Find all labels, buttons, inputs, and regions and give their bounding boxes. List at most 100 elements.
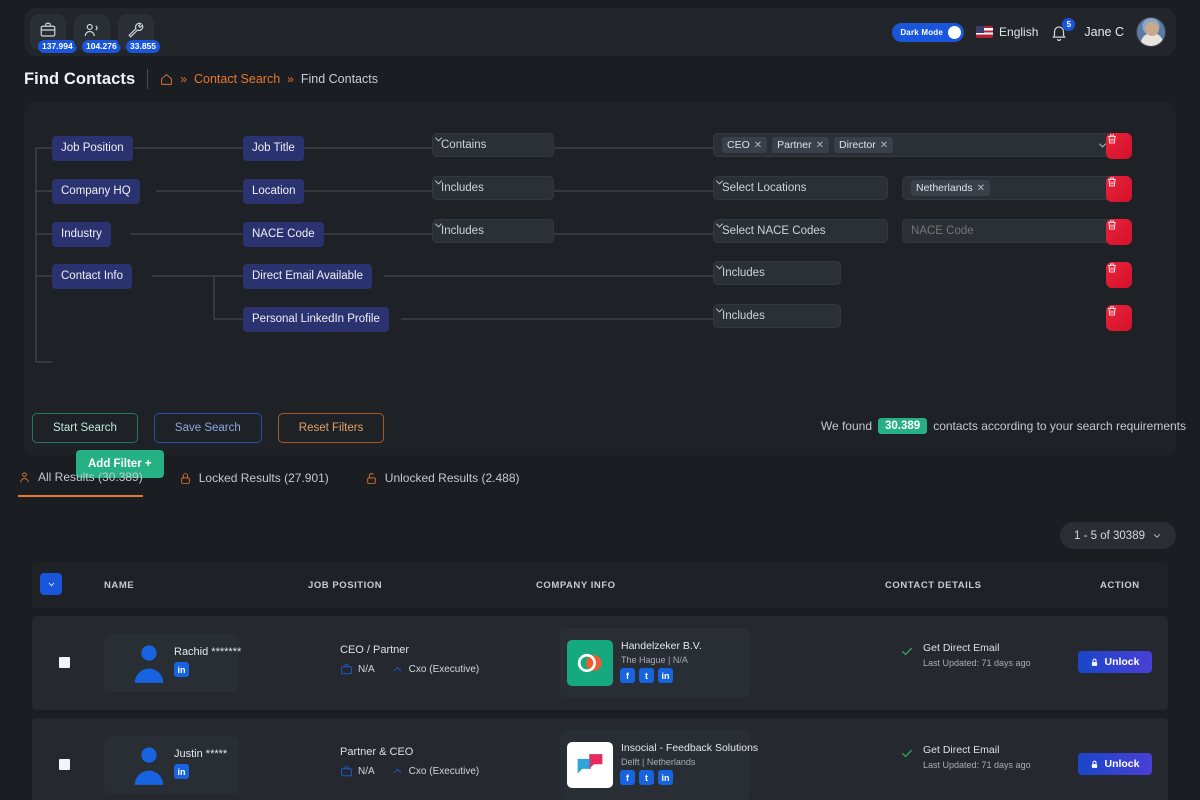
- filter-operator-label-3: Includes: [722, 267, 765, 279]
- linkedin-icon[interactable]: in: [174, 764, 189, 779]
- unlock-label: Unlock: [1104, 758, 1140, 770]
- result-summary-prefix: We found: [820, 419, 873, 433]
- filter-field-chip-linkedin-profile[interactable]: Personal LinkedIn Profile: [243, 307, 389, 332]
- delete-filter-button-4[interactable]: [1106, 305, 1132, 331]
- contact-details-cell: Get Direct Email Last Updated: 71 days a…: [900, 642, 1090, 668]
- tab-locked-results[interactable]: Locked Results (27.901): [179, 470, 329, 497]
- close-icon[interactable]: ✕: [816, 140, 824, 151]
- avatar[interactable]: [1136, 17, 1166, 47]
- row-checkbox[interactable]: [59, 657, 70, 668]
- filter-operator-select-2[interactable]: Includes: [432, 219, 554, 243]
- delete-filter-button-1[interactable]: [1106, 176, 1132, 202]
- unlock-button[interactable]: Unlock: [1078, 651, 1152, 673]
- job-position-cell: Partner & CEO N/A Cxo (Executive): [340, 746, 479, 778]
- start-search-button[interactable]: Start Search: [32, 413, 138, 443]
- filter-tag-director[interactable]: Director ✕: [833, 137, 894, 153]
- linkedin-glyph: in: [661, 772, 670, 783]
- header-divider: [147, 69, 149, 89]
- delete-filter-button-2[interactable]: [1106, 219, 1132, 245]
- lock-icon: [1090, 760, 1099, 769]
- company-socials: f t in: [620, 770, 673, 785]
- briefcase-stat[interactable]: 137.994: [30, 14, 77, 53]
- results-table: NAME JOB POSITION COMPANY INFO CONTACT D…: [32, 562, 1168, 800]
- filter-tag-ceo[interactable]: CEO ✕: [722, 137, 768, 153]
- twitter-icon[interactable]: t: [639, 770, 654, 785]
- filter-nace-picker[interactable]: Select NACE Codes: [713, 219, 888, 243]
- briefcase-stat-value: 137.994: [38, 40, 77, 53]
- filter-panel: Job Position Job Title Contains CEO ✕ Pa…: [24, 102, 1176, 478]
- pagination-label: 1 - 5 of 30389: [1074, 529, 1145, 542]
- filter-location-tags[interactable]: Netherlands ✕: [902, 176, 1117, 200]
- company-socials: f t in: [620, 668, 673, 683]
- save-search-button[interactable]: Save Search: [153, 413, 262, 443]
- lock-icon: [1090, 658, 1099, 667]
- filter-field-chip-direct-email[interactable]: Direct Email Available: [243, 264, 373, 289]
- chevron-down-icon: [434, 180, 545, 194]
- contact-last-updated: Last Updated: 71 days ago: [923, 760, 1031, 770]
- notifications-button[interactable]: 5: [1050, 18, 1076, 46]
- language-selector[interactable]: English: [976, 25, 1038, 39]
- linkedin-icon[interactable]: in: [174, 662, 189, 677]
- dark-mode-toggle[interactable]: Dark Mode: [892, 22, 965, 42]
- filter-nace-picker-label: Select NACE Codes: [722, 225, 826, 237]
- filter-operator-select-4[interactable]: Includes: [713, 304, 841, 328]
- tab-all-results[interactable]: All Results (30.389): [18, 470, 143, 497]
- twitter-icon[interactable]: t: [639, 668, 654, 683]
- page-title: Find Contacts: [24, 69, 136, 88]
- filter-operator-label-4: Includes: [722, 310, 765, 322]
- select-all-dropdown[interactable]: [40, 573, 62, 595]
- filter-nace-code-input[interactable]: [902, 219, 1117, 243]
- bell-icon: [1050, 26, 1068, 46]
- close-icon[interactable]: ✕: [880, 140, 888, 151]
- people-stat-value: 104.276: [82, 40, 121, 53]
- filter-category-chip-contact-info[interactable]: Contact Info: [52, 264, 133, 289]
- breadcrumb-separator-2: »: [287, 72, 294, 86]
- contact-status: Get Direct Email: [923, 642, 1000, 654]
- filter-operator-select-1[interactable]: Includes: [432, 176, 554, 200]
- job-industry-label: N/A: [358, 766, 375, 777]
- home-icon[interactable]: [160, 73, 173, 86]
- breadcrumb-current: Find Contacts: [300, 72, 378, 86]
- unlock-button[interactable]: Unlock: [1078, 753, 1152, 775]
- chevron-down-icon: [715, 265, 832, 279]
- lock-open-icon: [365, 472, 378, 485]
- filter-category-chip-industry[interactable]: Industry: [52, 222, 111, 247]
- people-stat[interactable]: 104.276: [74, 14, 121, 53]
- pagination-dropdown[interactable]: 1 - 5 of 30389: [1060, 522, 1176, 549]
- linkedin-icon[interactable]: in: [658, 770, 673, 785]
- delete-filter-button-3[interactable]: [1106, 262, 1132, 288]
- facebook-glyph: f: [626, 670, 629, 681]
- chevron-down-icon: [1152, 531, 1162, 541]
- contact-status: Get Direct Email: [923, 744, 1000, 756]
- facebook-icon[interactable]: f: [620, 770, 635, 785]
- filter-field-chip-nace-code[interactable]: NACE Code: [243, 222, 324, 247]
- tab-unlocked-results[interactable]: Unlocked Results (2.488): [365, 470, 520, 497]
- filter-operator-select-3[interactable]: Includes: [713, 261, 841, 285]
- person-card: Justin ***** in: [104, 736, 239, 794]
- close-icon[interactable]: ✕: [977, 183, 985, 194]
- filter-tag-input-job-title[interactable]: CEO ✕ Partner ✕ Director ✕: [713, 133, 1117, 157]
- filter-field-chip-job-title[interactable]: Job Title: [243, 136, 304, 161]
- filter-category-chip-company-hq[interactable]: Company HQ: [52, 179, 140, 204]
- delete-filter-button-0[interactable]: [1106, 133, 1132, 159]
- job-meta: N/A Cxo (Executive): [340, 765, 479, 778]
- company-location: The Hague | N/A: [621, 655, 688, 665]
- filter-category-chip-job-position[interactable]: Job Position: [52, 136, 133, 161]
- close-icon[interactable]: ✕: [754, 140, 762, 151]
- row-checkbox[interactable]: [59, 759, 70, 770]
- check-icon: [900, 642, 914, 668]
- facebook-icon[interactable]: f: [620, 668, 635, 683]
- filter-tag-partner[interactable]: Partner ✕: [772, 137, 829, 153]
- filter-location-picker[interactable]: Select Locations: [713, 176, 888, 200]
- table-header: NAME JOB POSITION COMPANY INFO CONTACT D…: [32, 562, 1168, 608]
- linkedin-icon[interactable]: in: [658, 668, 673, 683]
- filter-tag-netherlands[interactable]: Netherlands ✕: [911, 180, 991, 196]
- breadcrumb-link-contact-search[interactable]: Contact Search: [194, 72, 280, 86]
- wrench-stat[interactable]: 33.855: [118, 14, 160, 53]
- chevron-down-icon: [715, 308, 832, 322]
- filter-operator-select-0[interactable]: Contains: [432, 133, 554, 157]
- reset-filters-button[interactable]: Reset Filters: [277, 413, 385, 443]
- contact-details-cell: Get Direct Email Last Updated: 71 days a…: [900, 744, 1090, 770]
- toggle-knob: [948, 25, 962, 39]
- filter-field-chip-location[interactable]: Location: [243, 179, 305, 204]
